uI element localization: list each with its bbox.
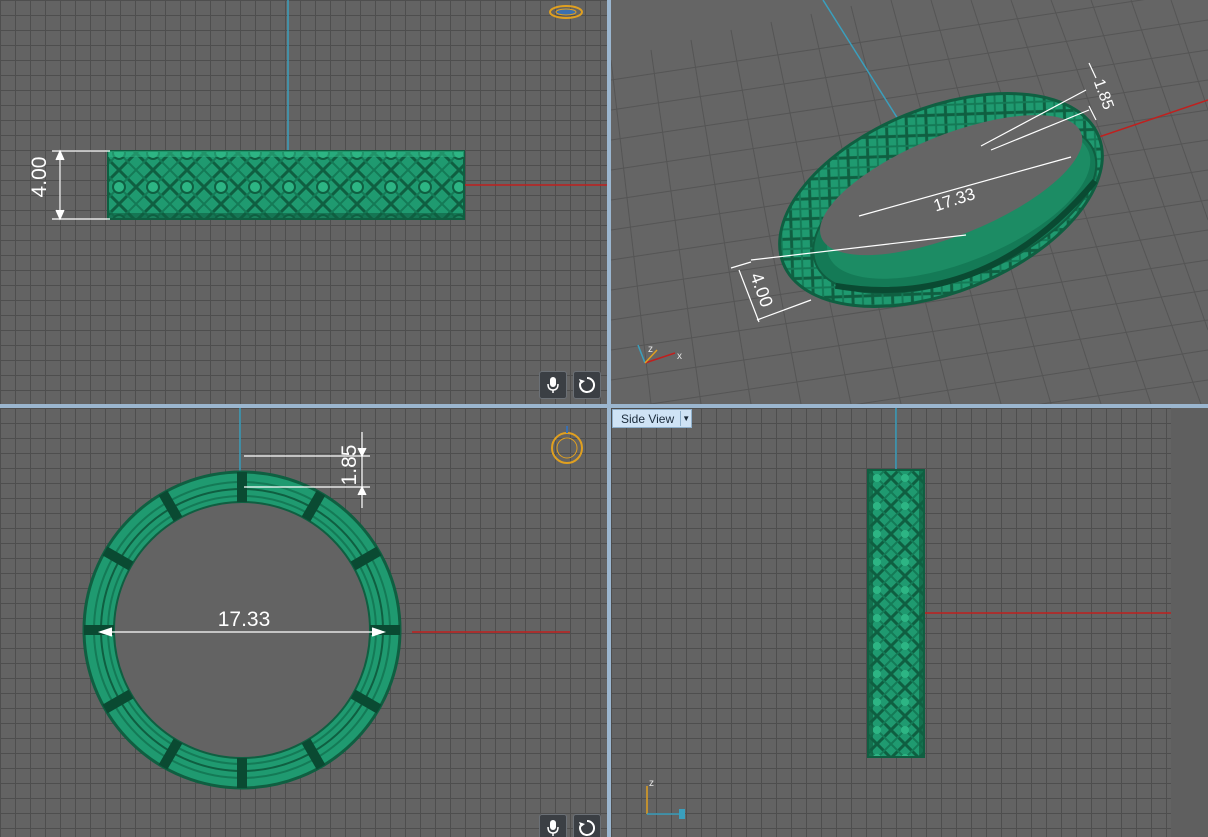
ring-thumbnail-icon[interactable] [551, 426, 583, 464]
axis-gizmo: z [646, 778, 685, 819]
ring-side-profile [867, 469, 925, 758]
grid-margin [1171, 408, 1208, 837]
top-viewport[interactable]: 17.33 1.85 [0, 408, 607, 837]
top-view-canvas[interactable]: 17.33 1.85 [0, 408, 607, 837]
view-selector-label: Side View [621, 411, 675, 426]
ring-front-profile [107, 150, 465, 220]
side-view-canvas[interactable]: z [611, 408, 1208, 837]
x-axis-label: x [677, 351, 682, 362]
chevron-down-icon[interactable]: ▼ [680, 411, 691, 426]
viewport-divider-horizontal[interactable] [0, 404, 1208, 408]
microphone-icon [547, 820, 559, 836]
viewport-divider-vertical[interactable] [607, 0, 611, 837]
z-axis-label: z [649, 778, 654, 789]
ring-thumbnail-icon[interactable] [549, 5, 583, 19]
rotate-button[interactable] [573, 371, 601, 399]
microphone-button[interactable] [539, 371, 567, 399]
diameter-dimension-label: 17.33 [218, 608, 271, 631]
rotate-icon [579, 376, 596, 393]
width-dimension-label: 1.85 [1090, 77, 1117, 112]
width-dimension-label: 1.85 [338, 445, 361, 486]
height-dimension-label: 4.00 [28, 157, 51, 198]
microphone-button[interactable] [539, 814, 567, 837]
microphone-icon [547, 377, 559, 393]
z-axis-label: z [648, 344, 653, 355]
view-selector[interactable]: Side View ▼ [612, 409, 693, 428]
perspective-view-canvas[interactable]: 17.33 1.85 4.00 z x [611, 0, 1208, 404]
front-view-canvas[interactable]: 4.00 [0, 0, 607, 404]
height-dimension-label: 4.00 [746, 270, 777, 310]
front-viewport[interactable]: 4.00 [0, 0, 607, 404]
height-dimension [52, 149, 110, 221]
side-viewport[interactable]: z Side View ▼ [611, 408, 1208, 837]
perspective-viewport[interactable]: 17.33 1.85 4.00 z x [611, 0, 1208, 404]
rotate-button[interactable] [573, 814, 601, 837]
rotate-icon [579, 819, 596, 836]
